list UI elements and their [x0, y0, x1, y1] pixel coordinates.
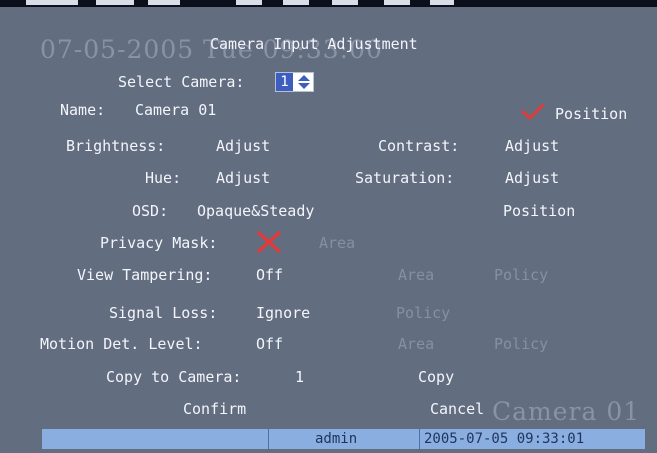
- signal-loss-select[interactable]: Ignore: [256, 304, 310, 322]
- contrast-label: Contrast:: [378, 137, 460, 155]
- saturation-label: Saturation:: [355, 169, 455, 187]
- brightness-adjust-button[interactable]: Adjust: [216, 137, 270, 155]
- signal-loss-policy-button[interactable]: Policy: [396, 304, 450, 322]
- motion-area-button[interactable]: Area: [398, 335, 434, 353]
- position-button-top[interactable]: Position: [555, 105, 627, 123]
- signal-loss-label: Signal Loss:: [109, 304, 218, 322]
- osd-label: OSD:: [132, 202, 169, 220]
- up-down-arrows-icon: [298, 75, 310, 89]
- osd-position-button[interactable]: Position: [503, 202, 575, 220]
- hue-adjust-button[interactable]: Adjust: [216, 169, 270, 187]
- name-label: Name:: [60, 101, 106, 119]
- dvr-screen: { "screen": { "title": "Camera Input Adj…: [0, 0, 657, 453]
- copy-to-camera-select[interactable]: 1: [295, 368, 304, 386]
- contrast-adjust-button[interactable]: Adjust: [505, 137, 559, 155]
- privacy-mask-area-button[interactable]: Area: [319, 234, 355, 252]
- view-tampering-label: View Tampering:: [77, 266, 213, 284]
- copy-button[interactable]: Copy: [418, 368, 454, 386]
- select-camera-spinner[interactable]: 1: [275, 72, 314, 92]
- motion-det-level-label: Motion Det. Level:: [40, 335, 203, 353]
- saturation-adjust-button[interactable]: Adjust: [505, 169, 559, 187]
- copy-to-camera-label: Copy to Camera:: [106, 368, 242, 386]
- select-camera-value: 1: [276, 73, 293, 91]
- status-datetime: 2005-07-05 09:33:01: [424, 431, 585, 447]
- privacy-mask-cross-icon[interactable]: [256, 230, 282, 254]
- cancel-button[interactable]: Cancel: [430, 400, 484, 418]
- motion-policy-button[interactable]: Policy: [494, 335, 548, 353]
- status-bar: admin 2005-07-05 09:33:01: [42, 429, 645, 449]
- privacy-mask-label: Privacy Mask:: [100, 234, 218, 252]
- osd-mode-select[interactable]: Opaque&Steady: [197, 202, 314, 220]
- select-camera-label: Select Camera:: [118, 73, 245, 91]
- view-tampering-select[interactable]: Off: [256, 266, 283, 284]
- hue-label: Hue:: [145, 169, 182, 187]
- status-user: admin: [315, 431, 358, 447]
- top-strip: [0, 0, 657, 7]
- overlay-camera-name: Camera 01: [492, 397, 641, 426]
- checkmark-icon[interactable]: [521, 104, 545, 120]
- brightness-label: Brightness:: [66, 137, 166, 155]
- motion-det-level-select[interactable]: Off: [256, 335, 283, 353]
- page-title: Camera Input Adjustment: [210, 35, 418, 53]
- confirm-button[interactable]: Confirm: [183, 400, 246, 418]
- view-tampering-policy-button[interactable]: Policy: [494, 266, 548, 284]
- name-field[interactable]: Camera 01: [135, 101, 216, 119]
- view-tampering-area-button[interactable]: Area: [398, 266, 434, 284]
